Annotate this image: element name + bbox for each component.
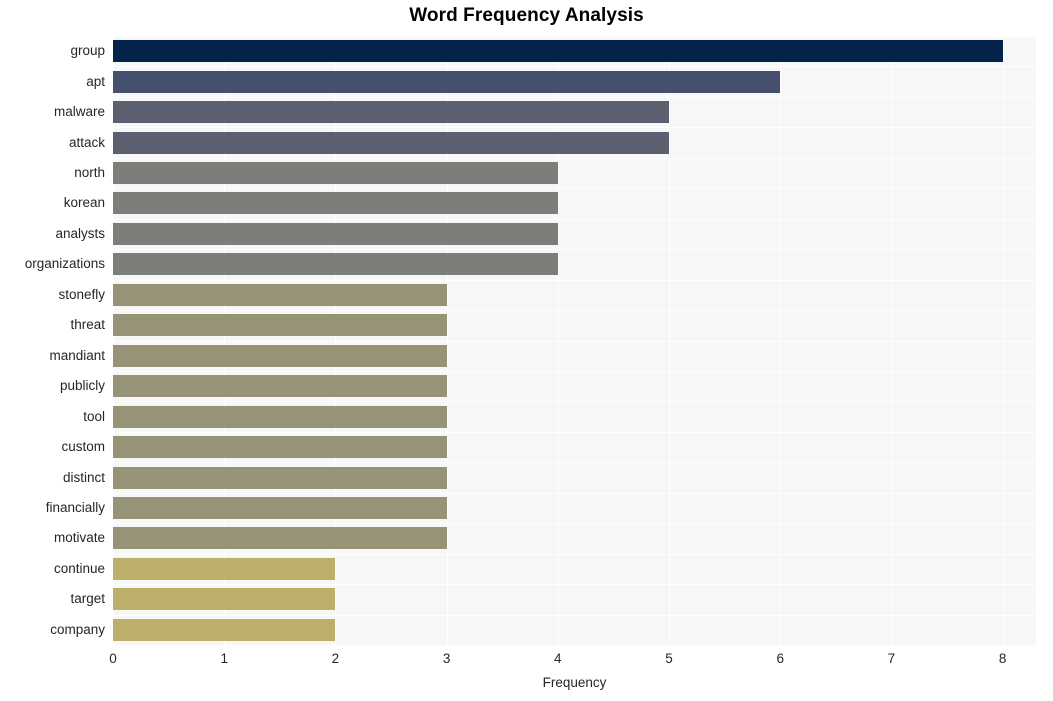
y-tick-label-apt: apt (86, 73, 105, 89)
x-tick-label-4: 4 (554, 651, 562, 666)
y-tick-label-group: group (70, 43, 105, 59)
gridline-horizontal (113, 188, 1036, 190)
bar-distinct (113, 466, 447, 489)
y-tick-label-financially: financially (45, 499, 105, 515)
x-tick-label-0: 0 (109, 651, 117, 666)
gridline-horizontal (113, 431, 1036, 433)
bar-apt (113, 70, 781, 93)
y-tick-label-malware: malware (53, 104, 105, 120)
x-axis-label: Frequency (542, 675, 607, 690)
bar-motivate (113, 527, 447, 550)
y-tick-label-tool: tool (83, 408, 105, 424)
bar-continue (113, 557, 336, 580)
y-tick-label-stonefly: stonefly (58, 286, 105, 302)
y-axis-tick-labels: group apt malware attack north korean analysts… (0, 36, 113, 645)
gridline-horizontal (113, 249, 1036, 251)
y-tick-label-custom: custom (61, 439, 105, 455)
plot-area (113, 36, 1036, 645)
bar-organizations (113, 253, 558, 276)
bar-threat (113, 314, 447, 337)
gridline-horizontal (113, 127, 1036, 129)
gridline-horizontal (113, 66, 1036, 68)
gridline-horizontal (113, 36, 1036, 37)
bar-financially (113, 496, 447, 519)
y-tick-label-publicly: publicly (59, 378, 105, 394)
x-tick-label-6: 6 (776, 651, 784, 666)
chart-title: Word Frequency Analysis (409, 5, 644, 26)
gridline-horizontal (113, 157, 1036, 159)
bar-analysts (113, 222, 558, 245)
gridline-horizontal (113, 584, 1036, 586)
bar-tool (113, 405, 447, 428)
bar-custom (113, 436, 447, 459)
x-tick-label-7: 7 (887, 651, 896, 666)
y-tick-label-korean: korean (63, 195, 105, 211)
y-tick-label-north: north (74, 165, 105, 181)
x-tick-label-1: 1 (220, 651, 228, 666)
gridline-horizontal (113, 310, 1036, 312)
gridline-horizontal (113, 218, 1036, 220)
gridline-horizontal (113, 462, 1036, 464)
bar-malware (113, 101, 670, 124)
y-tick-label-analysts: analysts (55, 225, 105, 241)
bar-mandiant (113, 344, 447, 367)
bar-korean (113, 192, 558, 215)
gridline-horizontal (113, 614, 1036, 616)
bar-north (113, 162, 558, 185)
x-tick-label-5: 5 (665, 651, 673, 666)
x-axis-tick-labels: 0 1 2 3 4 5 6 7 8 (109, 645, 1036, 675)
gridline-horizontal (113, 96, 1036, 98)
x-tick-label-2: 2 (331, 651, 340, 666)
word-frequency-chart-figure: Word Frequency Analysis group apt malware a… (0, 0, 1053, 701)
bar-stonefly (113, 283, 447, 306)
y-tick-label-attack: attack (68, 134, 105, 150)
y-tick-label-threat: threat (70, 317, 105, 333)
y-tick-label-organizations: organizations (24, 256, 105, 272)
y-tick-label-company: company (50, 621, 105, 637)
x-tick-label-3: 3 (442, 651, 451, 666)
y-tick-label-target: target (70, 591, 105, 607)
gridline-horizontal (113, 401, 1036, 403)
y-tick-label-distinct: distinct (62, 469, 105, 485)
bar-group (113, 40, 1003, 63)
x-tick-label-8: 8 (998, 651, 1007, 666)
bar-company (113, 618, 336, 641)
bar-attack (113, 131, 670, 154)
y-tick-label-mandiant: mandiant (49, 347, 105, 363)
y-tick-label-continue: continue (53, 560, 105, 576)
gridline-horizontal (113, 523, 1036, 525)
bar-target (113, 588, 336, 611)
y-tick-label-motivate: motivate (53, 530, 105, 546)
gridline-horizontal (113, 492, 1036, 494)
gridline-horizontal (113, 553, 1036, 555)
gridline-horizontal (113, 279, 1036, 281)
bar-publicly (113, 375, 447, 398)
gridline-horizontal (113, 340, 1036, 342)
gridline-horizontal (113, 370, 1036, 372)
